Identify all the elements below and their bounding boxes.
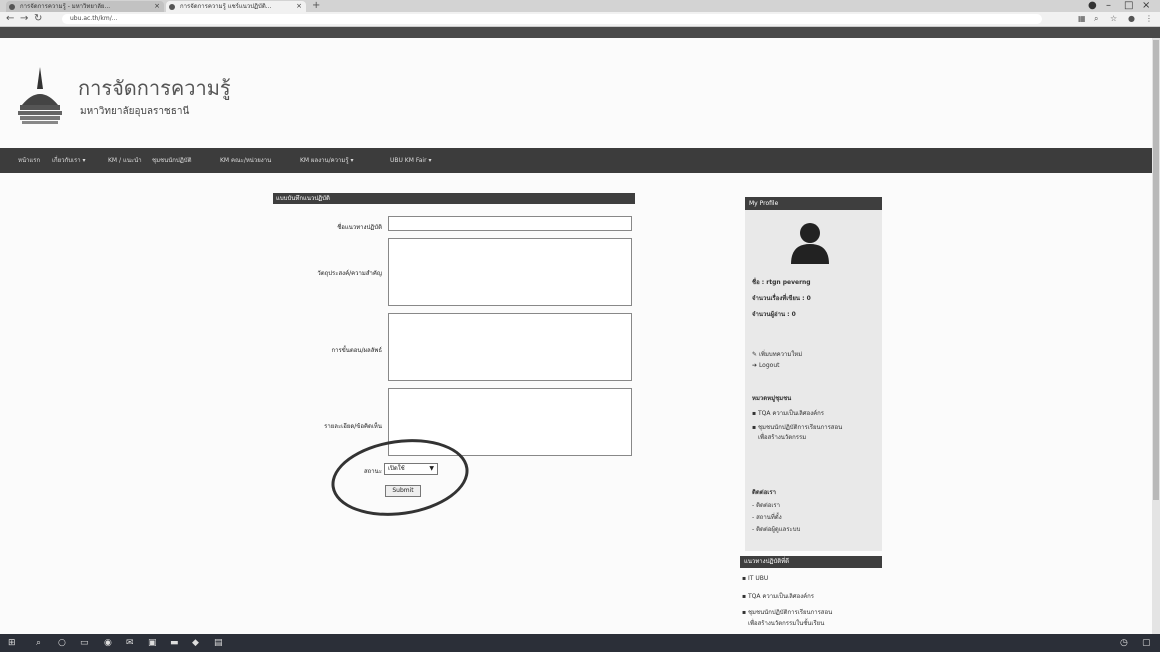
extension-icon[interactable]: ▦	[1078, 14, 1086, 24]
store-icon[interactable]: ▣	[148, 634, 157, 652]
link-item[interactable]: ▪ TQA ความเป็นเลิศองค์กร	[742, 591, 814, 601]
task-view-icon[interactable]: ▭	[80, 634, 89, 652]
user-avatar-icon	[791, 223, 829, 264]
group-item[interactable]: ▪ TQA ความเป็นเลิศองค์กร	[752, 408, 824, 418]
close-tab-icon[interactable]: ×	[296, 1, 302, 12]
close-window-icon[interactable]: ×	[1142, 0, 1150, 12]
windows-start-icon[interactable]: ⊞	[8, 634, 16, 652]
field-label: ชื่อแนวทางปฏิบัติ	[337, 224, 382, 231]
scrollbar-thumb[interactable]	[1153, 40, 1159, 500]
nav-km-works[interactable]: KM ผลงาน/ความรู้ ▾	[300, 148, 353, 173]
contact-item[interactable]: - ติดต่อผู้ดูแลระบบ	[752, 524, 800, 534]
field-label: รายละเอียด/ข้อคิดเห็น	[324, 423, 382, 430]
link-item-cont[interactable]: เพื่อสร้างนวัตกรรมในชั้นเรียน	[748, 618, 824, 628]
logout-icon: ➔	[752, 362, 759, 369]
contact-title: ติดต่อเรา	[752, 489, 776, 496]
tab-label: การจัดการความรู้ แชร์แนวปฏิบัติ...	[180, 3, 272, 10]
link-item[interactable]: ▪ ชุมชนนักปฏิบัติการเรียนการสอน	[742, 607, 832, 617]
notification-icon[interactable]: ▢	[1142, 634, 1151, 652]
maximize-icon[interactable]: □	[1124, 0, 1133, 12]
search-icon[interactable]: ⌕	[36, 634, 41, 652]
menu-icon[interactable]: ⋮	[1145, 14, 1153, 24]
mail-icon[interactable]: ✉	[126, 634, 134, 652]
browser-taskbar-icon[interactable]: ◉	[104, 634, 112, 652]
tab-label: การจัดการความรู้ - มหาวิทยาลัย...	[20, 3, 111, 10]
links-header: แนวทางปฏิบัติที่ดี	[740, 556, 882, 568]
nav-community[interactable]: ชุมชนนักปฏิบัติ	[152, 148, 191, 173]
group-item[interactable]: ▪ ชุมชนนักปฏิบัติการเรียนการสอน	[752, 422, 842, 432]
top-strip	[0, 27, 1160, 38]
favicon-icon	[9, 4, 15, 10]
bookmark-star-icon[interactable]: ☆	[1110, 14, 1117, 24]
profile-name: ชื่อ : rtgn peverng	[752, 279, 811, 286]
edit-icon: ✎	[752, 351, 759, 358]
browser-tab[interactable]: การจัดการความรู้ - มหาวิทยาลัย... ×	[6, 1, 164, 12]
favicon-icon	[169, 4, 175, 10]
add-article-link[interactable]: ✎ เพิ่มบทความใหม่	[752, 349, 802, 359]
nav-home[interactable]: หน้าแรก	[18, 148, 40, 173]
field-label: วัตถุประสงค์/ความสำคัญ	[317, 270, 382, 277]
reload-icon[interactable]: ↻	[34, 12, 42, 26]
folder-icon[interactable]: ▬	[170, 634, 179, 652]
nav-about[interactable]: เกี่ยวกับเรา ▾	[52, 148, 86, 173]
browser-tab-active[interactable]: การจัดการความรู้ แชร์แนวปฏิบัติ... ×	[166, 1, 306, 12]
profile-header: My Profile	[745, 197, 882, 210]
nav-km-fair[interactable]: UBU KM Fair ▾	[390, 148, 431, 173]
app-icon[interactable]: ▤	[214, 634, 223, 652]
site-title: การจัดการความรู้	[78, 76, 231, 100]
steps-textarea[interactable]	[388, 313, 632, 381]
zoom-icon[interactable]: ⌕	[1094, 14, 1098, 24]
contact-item[interactable]: - สถานที่ตั้ง	[752, 512, 782, 522]
practice-name-input[interactable]	[388, 216, 632, 231]
link-item[interactable]: ▪ IT UBU	[742, 575, 768, 582]
minimize-icon[interactable]: –	[1106, 0, 1111, 12]
profile-icon[interactable]: ●	[1128, 14, 1135, 24]
profile-posts: จำนวนเรื่องที่เขียน : 0	[752, 295, 811, 302]
close-tab-icon[interactable]: ×	[154, 1, 160, 12]
group-item-cont[interactable]: เพื่อสร้างนวัตกรรม	[758, 432, 806, 442]
nav-km-units[interactable]: KM คณะ/หน่วยงาน	[220, 148, 271, 173]
logout-link[interactable]: ➔ Logout	[752, 362, 779, 369]
account-icon[interactable]: ●	[1088, 0, 1097, 12]
app-icon[interactable]: ◆	[192, 634, 199, 652]
forward-icon[interactable]: →	[20, 12, 28, 26]
group-title: หมวดหมู่ชุมชน	[752, 395, 792, 402]
university-logo-icon	[18, 67, 62, 124]
contact-item[interactable]: - ติดต่อเรา	[752, 500, 780, 510]
clock[interactable]: ◷	[1120, 634, 1128, 652]
field-label: การขั้นตอน/ผลลัพธ์	[331, 347, 382, 354]
profile-readers: จำนวนผู้อ่าน : 0	[752, 311, 796, 318]
new-tab-button[interactable]: +	[312, 0, 320, 12]
cortana-icon[interactable]: ○	[58, 634, 66, 652]
url-field[interactable]: ubu.ac.th/km/...	[62, 14, 1042, 24]
nav-km[interactable]: KM / แนะนำ	[108, 148, 142, 173]
objective-textarea[interactable]	[388, 238, 632, 306]
site-subtitle: มหาวิทยาลัยอุบลราชธานี	[80, 106, 190, 117]
form-header: แบบบันทึกแนวปฏิบัติ	[273, 193, 635, 204]
back-icon[interactable]: ←	[6, 12, 14, 26]
